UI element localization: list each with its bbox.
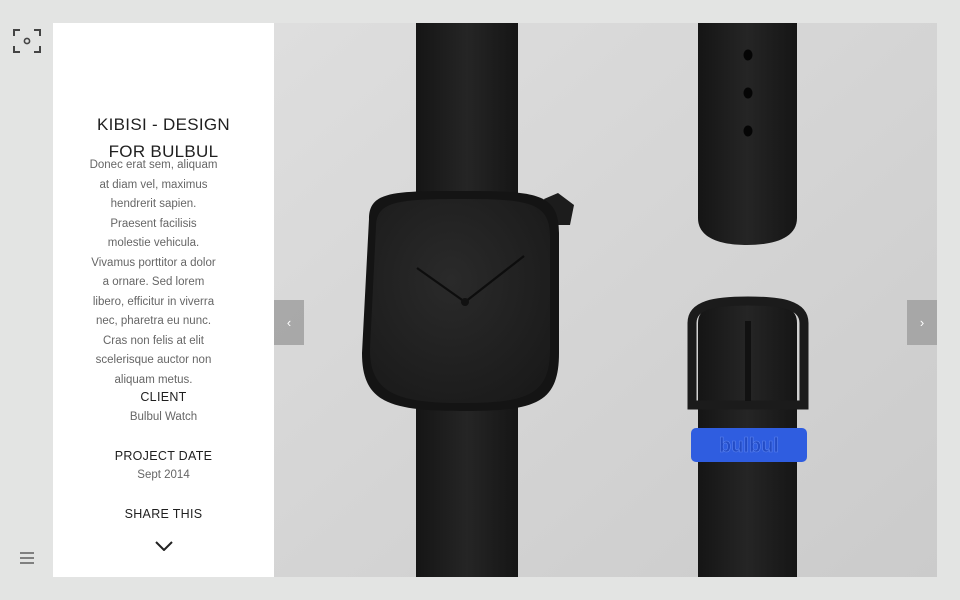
share-this-button[interactable]: SHARE THIS (53, 507, 274, 521)
brand-loop-text: bulbul (719, 435, 779, 457)
project-info-panel: KIBISI - DESIGN FOR BULBUL Donec erat se… (53, 23, 274, 577)
chevron-down-icon[interactable] (155, 541, 173, 551)
hamburger-menu-icon[interactable] (19, 551, 35, 565)
project-date-value: Sept 2014 (137, 469, 190, 481)
watch-face (370, 199, 550, 403)
project-title-line1: KIBISI - DESIGN (97, 115, 230, 134)
client-label: CLIENT (140, 390, 187, 404)
client-value: Bulbul Watch (129, 411, 198, 423)
slider-next-button[interactable]: › (907, 300, 937, 345)
focus-frame-icon[interactable] (13, 29, 41, 53)
slider-prev-button[interactable]: ‹ (274, 300, 304, 345)
project-date-label: PROJECT DATE (114, 449, 213, 463)
watch-product-photo: bulbul (274, 23, 937, 577)
project-description: Donec erat sem, aliquam at diam vel, max… (89, 159, 218, 386)
project-image-slider[interactable]: bulbul ‹ › (274, 23, 937, 577)
